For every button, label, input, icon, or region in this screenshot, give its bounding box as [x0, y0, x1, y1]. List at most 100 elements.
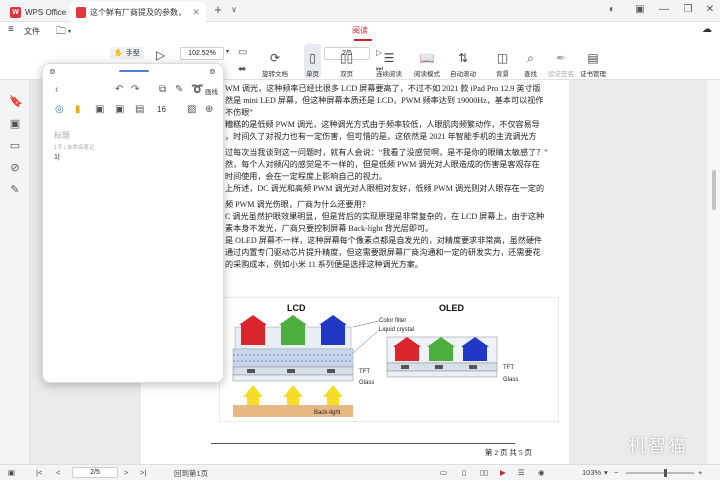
note-settings-icon[interactable]: ⊚: [209, 67, 216, 76]
watermark-text: 机智猫: [628, 436, 688, 457]
status-zoom-value[interactable]: 103%: [582, 468, 601, 477]
page-text-line: 通过内置专门驱动芯片提升精度，但这需要跟屏幕厂商沟通和一定的研发实力，还需要花: [225, 248, 541, 257]
hand-tool-button[interactable]: ✋ 手型: [110, 47, 144, 59]
fit-width-icon[interactable]: ⬌: [238, 64, 246, 75]
last-page-icon[interactable]: >|: [140, 468, 146, 477]
hand-tool-label: 手型: [125, 50, 140, 57]
floating-note-window[interactable]: ⊚ ⊚ ‹ ↶ ↷ ⧉ ✎ ➰ 画线 ◎ ▮ ▣ ▣ ▤ 16 ▨ ⊕ 标题 1…: [42, 63, 224, 383]
comment-icon[interactable]: ▭: [9, 140, 21, 152]
note-drag-handle[interactable]: [119, 70, 149, 72]
double-page-label: 双页: [340, 71, 354, 78]
image-icon[interactable]: ▨: [187, 104, 196, 115]
zoom-slider-handle[interactable]: [664, 469, 667, 477]
edit-icon[interactable]: ✎: [9, 184, 21, 196]
sidebar-toggle-icon[interactable]: ▣: [8, 468, 15, 477]
skin-icon[interactable]: ◐: [604, 4, 620, 15]
format-icon[interactable]: ▣: [115, 104, 124, 115]
zoom-dropdown-icon[interactable]: ▾: [226, 48, 229, 55]
font-size-value[interactable]: 16: [157, 105, 166, 114]
pen-tool-icon[interactable]: ✎: [175, 84, 183, 95]
thumbnail-icon[interactable]: ▣: [9, 118, 21, 130]
app-tab[interactable]: W WPS Office: [4, 2, 72, 22]
background-button[interactable]: ◫ 背景: [496, 44, 509, 78]
new-tab-button[interactable]: +: [210, 2, 226, 17]
note-body-field[interactable]: 1|: [54, 154, 60, 161]
highlight-icon[interactable]: ▮: [75, 104, 81, 115]
certificate-icon: ▤: [587, 51, 599, 65]
single-view-icon[interactable]: ▯: [462, 468, 466, 477]
oled-glass-layer: [386, 370, 498, 378]
double-page-button[interactable]: ▯▯ 双页: [340, 44, 353, 78]
hand-icon: ✋: [114, 50, 123, 57]
search-label: 查找: [524, 71, 537, 78]
menu-icon[interactable]: ≡: [8, 24, 14, 35]
redo-icon[interactable]: ↷: [131, 84, 139, 95]
maximize-button[interactable]: ❐: [680, 4, 696, 15]
draw-line-label[interactable]: 画线: [205, 86, 218, 96]
single-page-button[interactable]: ▯ 单页: [304, 44, 321, 78]
color-picker-icon[interactable]: ◎: [55, 104, 64, 115]
oled-label: OLED: [439, 303, 465, 313]
back-icon[interactable]: ‹: [55, 84, 58, 95]
minimize-button[interactable]: —: [656, 4, 672, 15]
page-text-line: 上所述，DC 调光和高频 PWM 调光对人眼相对友好，低频 PWM 调光则对人眼…: [225, 184, 545, 193]
cert-manage-button[interactable]: ▤ 证书管理: [580, 44, 606, 78]
tab-dropdown-button[interactable]: ∨: [226, 5, 242, 14]
cloud-icon[interactable]: ☁: [702, 24, 712, 35]
page-text-line: 素本身不发光，厂商只要控制屏幕 Back-light 背光层即可。: [225, 224, 434, 233]
layout-icon[interactable]: ▣: [632, 4, 648, 15]
search-button[interactable]: ⌕ 查找: [524, 44, 537, 78]
note-title-field[interactable]: 标题: [54, 130, 70, 141]
view-mode-icon[interactable]: ▭: [440, 468, 447, 477]
page-text-line: 过每次当我谈到这一问题时，就有人会说：“我看了没感觉啊，是不是你的眼睛太敏感了？…: [225, 148, 548, 157]
lasso-icon[interactable]: ➰: [191, 84, 203, 95]
add-icon[interactable]: ⊕: [205, 104, 213, 115]
chevron-down-icon[interactable]: ▾: [68, 28, 71, 35]
undo-icon[interactable]: ↶: [115, 84, 123, 95]
continuous-read-button[interactable]: ☰ 连续阅读: [376, 44, 402, 78]
glass-label-right: Glass: [503, 377, 518, 383]
list-icon[interactable]: ▤: [135, 104, 144, 115]
zoom-out-icon[interactable]: −: [614, 468, 618, 477]
rotate-button[interactable]: ⟳ 旋转文档: [262, 44, 288, 78]
close-tab-icon[interactable]: ✕: [192, 7, 200, 18]
status-bar: ▣ |< < 2/5 > >| 回到第1页 ▭ ▯ ▯▯ ▶ ☰ ◉ 103% …: [0, 464, 720, 480]
search-icon: ⌕: [527, 51, 534, 65]
verify-signature-button[interactable]: ✒ 验证签名: [548, 44, 574, 78]
attachment-icon[interactable]: ⊘: [9, 162, 21, 174]
read-mode-icon[interactable]: ☰: [518, 468, 525, 477]
zoom-slider[interactable]: [626, 469, 694, 477]
tab-read[interactable]: 阅读: [352, 25, 368, 36]
back-to-first-link[interactable]: 回到第1页: [174, 468, 208, 479]
reading-mode-button[interactable]: 📖 阅读模式: [414, 44, 440, 78]
close-window-button[interactable]: ✕: [702, 4, 718, 15]
lcd-label: LCD: [287, 303, 306, 313]
page-text-line: 是 OLED 屏幕不一样，这种屏幕每个像素点都是自发光的，对精度要求非常高，虽然…: [225, 236, 543, 245]
tft-label-right: TFT: [503, 365, 514, 371]
bold-icon[interactable]: ▣: [95, 104, 104, 115]
double-view-icon[interactable]: ▯▯: [480, 468, 488, 477]
bookmark-icon[interactable]: 🔖: [9, 96, 23, 108]
doc-tab[interactable]: 这个鲜有厂商提及的参数，影响… ✕: [70, 2, 206, 22]
auto-scroll-label: 自动滚动: [450, 71, 476, 78]
scrollbar-thumb[interactable]: [712, 170, 716, 210]
pin-icon[interactable]: ⊚: [49, 67, 56, 76]
eye-icon[interactable]: ◉: [538, 468, 545, 477]
pdf-file-icon: [76, 6, 86, 18]
play-slideshow-icon[interactable]: ▶: [500, 468, 506, 477]
open-folder-icon[interactable]: 🗀: [56, 24, 66, 41]
first-page-icon[interactable]: |<: [36, 468, 42, 477]
prev-page-icon[interactable]: <: [56, 468, 60, 477]
zoom-dropdown-icon[interactable]: ▾: [604, 468, 608, 477]
auto-scroll-button[interactable]: ⇅ 自动滚动: [450, 44, 476, 78]
vertical-scrollbar[interactable]: [707, 80, 720, 464]
zoom-in-icon[interactable]: +: [698, 468, 702, 477]
crop-icon[interactable]: ⧉: [159, 84, 166, 95]
play-icon[interactable]: ▷: [156, 48, 165, 62]
zoom-input[interactable]: 102.52%: [180, 47, 224, 60]
status-page-input[interactable]: 2/5: [72, 467, 118, 478]
menu-file[interactable]: 文件: [24, 26, 40, 37]
next-page-icon[interactable]: >: [124, 468, 128, 477]
fit-page-icon[interactable]: ▭: [238, 47, 247, 58]
continuous-read-label: 连续阅读: [376, 71, 402, 78]
